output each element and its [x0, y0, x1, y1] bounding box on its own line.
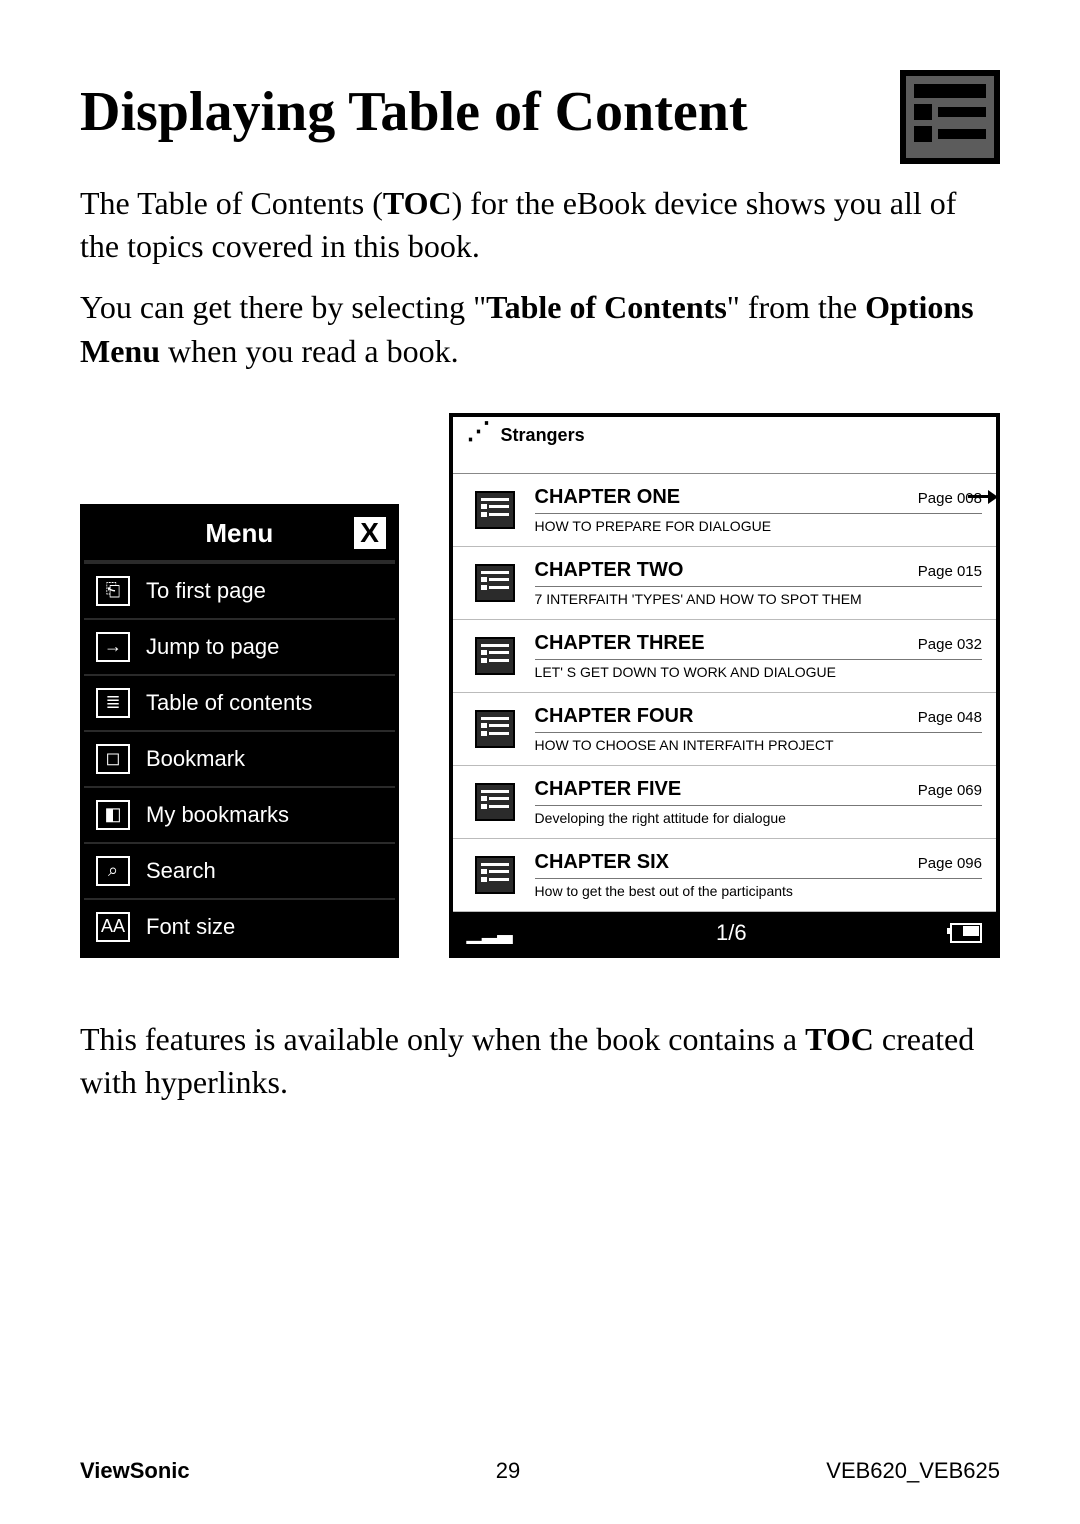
battery-icon	[950, 923, 982, 943]
menu-item-toc[interactable]: ≣ Table of contents	[84, 674, 395, 730]
intro-paragraph-1: The Table of Contents (TOC) for the eBoo…	[80, 182, 1000, 268]
search-icon: ⌕	[96, 856, 130, 886]
chapter-title: CHAPTER ONE	[535, 486, 681, 509]
footer-page-number: 29	[496, 1458, 520, 1484]
menu-item-bookmark[interactable]: ◻ Bookmark	[84, 730, 395, 786]
menu-item-label: To first page	[146, 578, 266, 604]
chapter-page: Page 069	[918, 782, 982, 799]
toc-item[interactable]: CHAPTER SIX Page 096 How to get the best…	[453, 839, 996, 912]
chapter-subtitle: LET' S GET DOWN TO WORK AND DIALOGUE	[535, 659, 982, 680]
chapter-icon	[475, 637, 515, 675]
bookmark-icon: ◻	[96, 744, 130, 774]
chapter-subtitle: 7 INTERFAITH 'TYPES' AND HOW TO SPOT THE…	[535, 586, 982, 607]
chapter-icon	[475, 564, 515, 602]
menu-item-label: Table of contents	[146, 690, 312, 716]
note-paragraph: This features is available only when the…	[80, 1018, 1000, 1104]
chapter-page: Page 096	[918, 855, 982, 872]
fontsize-icon: AA	[96, 912, 130, 942]
chapter-title: CHAPTER FOUR	[535, 705, 694, 728]
chapter-subtitle: Developing the right attitude for dialog…	[535, 805, 982, 826]
toc-item[interactable]: CHAPTER THREE Page 032 LET' S GET DOWN T…	[453, 620, 996, 693]
toc-icon: ≣	[96, 688, 130, 718]
toc-big-icon	[900, 70, 1000, 164]
menu-item-search[interactable]: ⌕ Search	[84, 842, 395, 898]
chapter-title: CHAPTER THREE	[535, 632, 705, 655]
page-indicator: 1/6	[716, 920, 747, 946]
close-button[interactable]: X	[351, 514, 389, 552]
page-title: Displaying Table of Content	[80, 80, 748, 144]
menu-item-first-page[interactable]: ⎗ To first page	[84, 562, 395, 618]
page-footer: ViewSonic 29 VEB620_VEB625	[80, 1458, 1000, 1484]
menu-item-label: Font size	[146, 914, 235, 940]
loading-dots-icon	[465, 423, 491, 449]
menu-title: Menu	[205, 518, 273, 549]
chapter-subtitle: HOW TO PREPARE FOR DIALOGUE	[535, 513, 982, 534]
arrow-indicator-icon	[968, 490, 998, 504]
toc-footer: ▁▂▃ 1/6	[453, 912, 996, 954]
chapter-title: CHAPTER TWO	[535, 559, 684, 582]
chapter-subtitle: HOW TO CHOOSE AN INTERFAITH PROJECT	[535, 732, 982, 753]
menu-item-label: Search	[146, 858, 216, 884]
toc-item[interactable]: CHAPTER TWO Page 015 7 INTERFAITH 'TYPES…	[453, 547, 996, 620]
menu-item-label: Bookmark	[146, 746, 245, 772]
chapter-icon	[475, 856, 515, 894]
menu-header: Menu X	[84, 508, 395, 562]
chapter-page: Page 015	[918, 563, 982, 580]
chapter-page: Page 032	[918, 636, 982, 653]
toc-item[interactable]: CHAPTER FIVE Page 069 Developing the rig…	[453, 766, 996, 839]
chapter-title: CHAPTER SIX	[535, 851, 669, 874]
chapter-subtitle: How to get the best out of the participa…	[535, 878, 982, 899]
menu-item-label: My bookmarks	[146, 802, 289, 828]
menu-item-label: Jump to page	[146, 634, 279, 660]
menu-panel: Menu X ⎗ To first page → Jump to page ≣ …	[80, 504, 399, 958]
jump-icon: →	[96, 632, 130, 662]
toc-item[interactable]: CHAPTER FOUR Page 048 HOW TO CHOOSE AN I…	[453, 693, 996, 766]
footer-model: VEB620_VEB625	[826, 1458, 1000, 1484]
book-title: Strangers	[501, 425, 585, 446]
toc-header: Strangers	[453, 417, 996, 474]
chapter-icon	[475, 491, 515, 529]
menu-item-fontsize[interactable]: AA Font size	[84, 898, 395, 954]
menu-item-jump[interactable]: → Jump to page	[84, 618, 395, 674]
signal-icon: ▁▂▃	[467, 920, 513, 945]
toc-item[interactable]: CHAPTER ONE Page 008 HOW TO PREPARE FOR …	[453, 474, 996, 547]
chapter-icon	[475, 783, 515, 821]
intro-paragraph-2: You can get there by selecting "Table of…	[80, 286, 1000, 372]
firstpage-icon: ⎗	[96, 576, 130, 606]
footer-brand: ViewSonic	[80, 1458, 190, 1484]
toc-list: CHAPTER ONE Page 008 HOW TO PREPARE FOR …	[453, 474, 996, 912]
mybookmarks-icon: ◧	[96, 800, 130, 830]
toc-screen: Strangers CHAPTER ONE Page 008 HOW TO	[449, 413, 1000, 958]
chapter-icon	[475, 710, 515, 748]
chapter-page: Page 048	[918, 709, 982, 726]
chapter-title: CHAPTER FIVE	[535, 778, 682, 801]
menu-item-mybookmarks[interactable]: ◧ My bookmarks	[84, 786, 395, 842]
